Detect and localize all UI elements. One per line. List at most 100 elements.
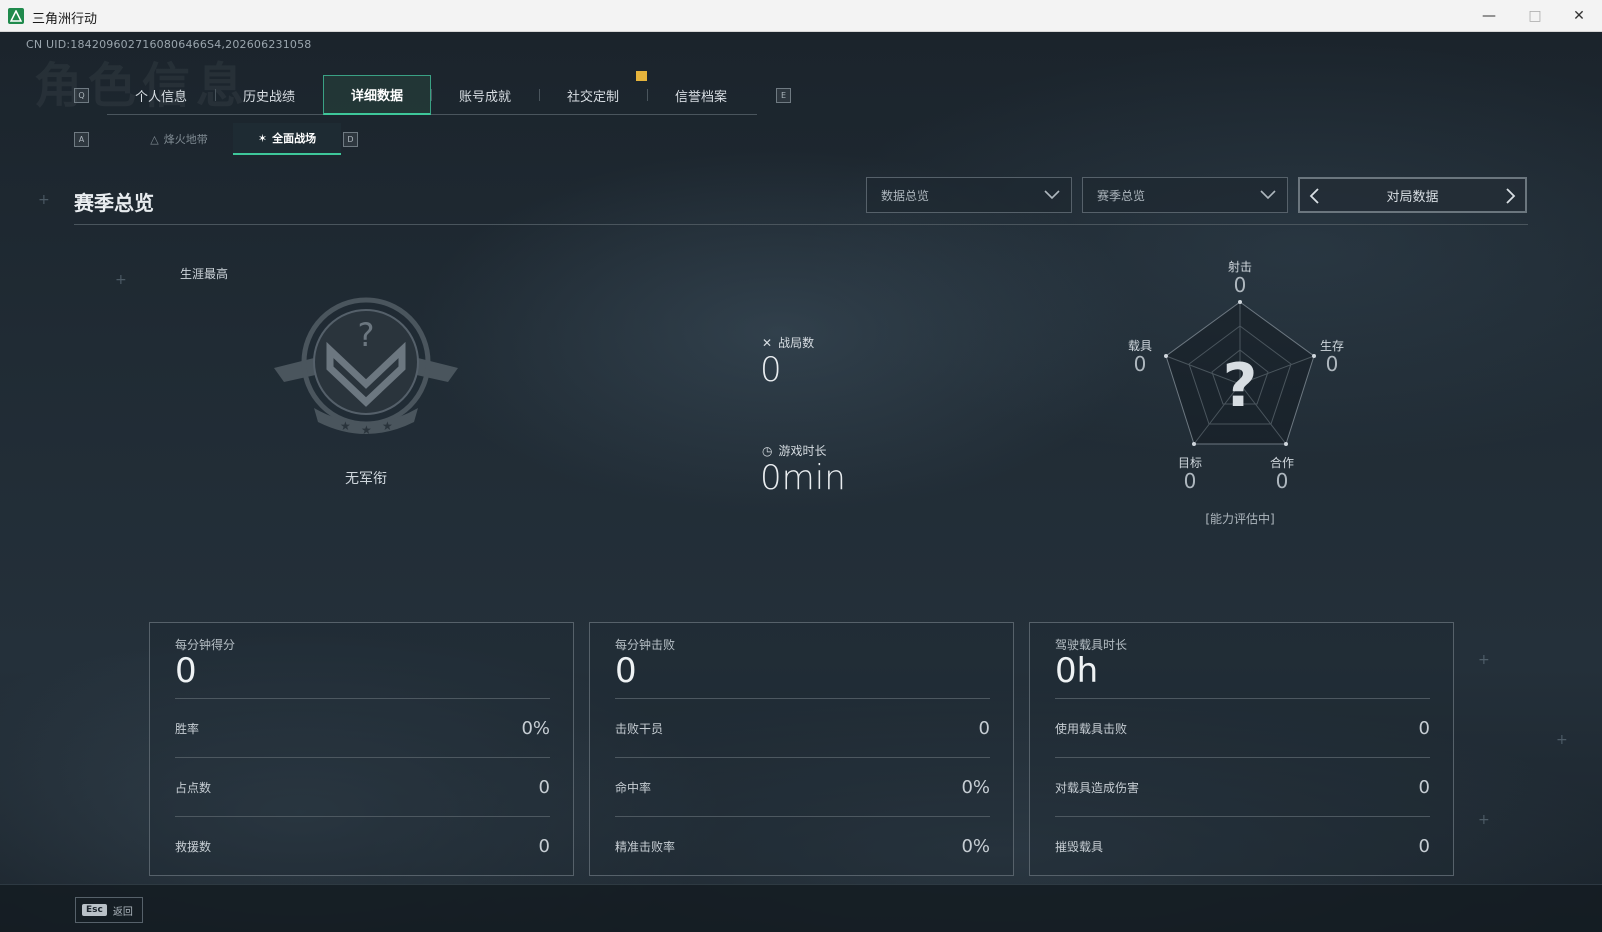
- chevron-right-icon[interactable]: [1503, 187, 1517, 205]
- radar-value-vehicle: 0: [1133, 352, 1147, 376]
- stat-label: 使用载具击败: [1055, 721, 1128, 736]
- subtab-label: 烽火地带: [163, 133, 208, 146]
- tab-reputation[interactable]: 信誉档案: [647, 75, 755, 115]
- stat-label: 胜率: [175, 721, 200, 736]
- card-head-value: 0: [615, 651, 637, 691]
- decor-cross: +: [38, 192, 50, 208]
- stat-card-kills: 每分钟击败 0 击败干员 0 命中率 0% 精准击败率 0%: [589, 622, 1014, 876]
- card-head-value: 0h: [1055, 651, 1099, 691]
- back-label: 返回: [112, 906, 133, 918]
- prev-subtab-key-hint[interactable]: A: [74, 132, 89, 147]
- subtab-flame-zone[interactable]: △ 烽火地带: [125, 123, 233, 155]
- matches-label-text: 战局数: [778, 336, 815, 350]
- mode-subtabs: △ 烽火地带 ✶ 全面战场: [125, 123, 341, 155]
- stat-row: 占点数 0: [175, 757, 550, 816]
- close-button[interactable]: ✕: [1556, 0, 1602, 32]
- stat-row: 命中率 0%: [615, 757, 990, 816]
- decor-cross: +: [1478, 812, 1490, 828]
- stat-row: 摧毁载具 0: [1055, 816, 1430, 875]
- minimize-button[interactable]: —: [1466, 0, 1512, 32]
- stat-label: 击败干员: [615, 721, 664, 736]
- stat-value: 0: [1418, 717, 1430, 739]
- playtime-value: 0min: [760, 458, 846, 498]
- stat-value: 0: [1418, 835, 1430, 857]
- ability-evaluating-status: [能力评估中]: [1205, 512, 1275, 526]
- tab-personal-info[interactable]: 个人信息: [107, 75, 215, 115]
- chevron-down-icon: [1260, 190, 1276, 200]
- next-tab-key-hint[interactable]: E: [776, 88, 791, 103]
- decor-cross: +: [1556, 732, 1568, 748]
- subtab-label: 全面战场: [272, 132, 317, 145]
- svg-text:★: ★: [382, 419, 393, 433]
- crossed-swords-icon: ✕: [762, 335, 773, 350]
- tab-achievements[interactable]: 账号成就: [431, 75, 539, 115]
- stat-label: 精准击败率: [615, 839, 676, 854]
- rank-name: 无军衔: [345, 471, 387, 487]
- svg-text:?: ?: [358, 316, 375, 354]
- game-screen: 角色信息 CN UID:1842096027160806466S4,202606…: [0, 32, 1602, 932]
- stat-card-vehicle: 驾驶载具时长 0h 使用载具击败 0 对载具造成伤害 0 摧毁载具 0: [1029, 622, 1454, 876]
- stat-value: 0: [1418, 776, 1430, 798]
- window-titlebar: 三角洲行动 — □ ✕: [0, 0, 1602, 32]
- subtab-battlefield[interactable]: ✶ 全面战场: [233, 123, 341, 155]
- flame-zone-icon: △: [150, 132, 159, 146]
- stat-label: 命中率: [615, 780, 652, 795]
- stat-row: 胜率 0%: [175, 698, 550, 757]
- dropdown-value: 数据总览: [881, 188, 930, 203]
- decor-cross: +: [1478, 652, 1490, 668]
- stat-value: 0%: [961, 835, 990, 857]
- prev-tab-key-hint[interactable]: Q: [74, 88, 89, 103]
- data-overview-dropdown[interactable]: 数据总览: [866, 177, 1072, 213]
- bottom-bar: Esc 返回: [0, 884, 1602, 932]
- stat-label: 占点数: [175, 780, 212, 795]
- matches-value: 0: [760, 350, 782, 390]
- notification-badge: [636, 71, 647, 81]
- tab-history[interactable]: 历史战绩: [215, 75, 323, 115]
- stat-value: 0: [978, 717, 990, 739]
- rank-emblem-icon: ? ★ ★ ★: [274, 297, 458, 437]
- match-data-pager: 对局数据: [1298, 177, 1527, 213]
- window-title: 三角洲行动: [32, 12, 98, 27]
- esc-key-hint: Esc: [82, 904, 107, 916]
- pager-label: 对局数据: [1386, 189, 1439, 205]
- svg-text:★: ★: [340, 419, 351, 433]
- stat-row: 对载具造成伤害 0: [1055, 757, 1430, 816]
- playtime-label-text: 游戏时长: [778, 444, 827, 458]
- card-head-value: 0: [175, 651, 197, 691]
- stat-row: 救援数 0: [175, 816, 550, 875]
- stat-value: 0: [538, 835, 550, 857]
- chevron-left-icon[interactable]: [1308, 187, 1322, 205]
- tab-detailed-data[interactable]: 详细数据: [323, 75, 431, 115]
- clock-icon: ◷: [762, 443, 773, 458]
- section-title: 赛季总览: [74, 191, 154, 215]
- main-tabs: 个人信息 历史战绩 详细数据 账号成就 社交定制 信誉档案: [107, 75, 757, 115]
- battlefield-icon: ✶: [257, 131, 268, 145]
- stat-row: 精准击败率 0%: [615, 816, 990, 875]
- stat-label: 对载具造成伤害: [1055, 780, 1140, 795]
- stat-label: 救援数: [175, 839, 212, 854]
- stat-row: 使用载具击败 0: [1055, 698, 1430, 757]
- section-divider: [74, 224, 1528, 225]
- career-best-label: 生涯最高: [180, 267, 229, 281]
- stat-value: 0%: [521, 717, 550, 739]
- dropdown-value: 赛季总览: [1097, 188, 1146, 203]
- stat-value: 0%: [961, 776, 990, 798]
- matches-label: ✕ 战局数: [762, 334, 814, 351]
- stat-card-score: 每分钟得分 0 胜率 0% 占点数 0 救援数 0: [149, 622, 574, 876]
- season-overview-dropdown[interactable]: 赛季总览: [1082, 177, 1288, 213]
- back-button[interactable]: Esc 返回: [75, 897, 143, 923]
- chevron-down-icon: [1044, 190, 1060, 200]
- radar-value-survive: 0: [1325, 352, 1339, 376]
- playtime-label: ◷ 游戏时长: [762, 442, 827, 459]
- stat-value: 0: [538, 776, 550, 798]
- svg-text:★: ★: [361, 423, 372, 437]
- radar-center-mark: ?: [1223, 351, 1258, 421]
- maximize-button[interactable]: □: [1512, 0, 1558, 32]
- radar-value-target: 0: [1183, 469, 1197, 493]
- stat-row: 击败干员 0: [615, 698, 990, 757]
- tab-social[interactable]: 社交定制: [539, 75, 647, 115]
- radar-value-coop: 0: [1275, 469, 1289, 493]
- next-subtab-key-hint[interactable]: D: [343, 132, 358, 147]
- uid-text: CN UID:1842096027160806466S4,20260623105…: [26, 38, 312, 51]
- decor-cross: +: [115, 272, 127, 288]
